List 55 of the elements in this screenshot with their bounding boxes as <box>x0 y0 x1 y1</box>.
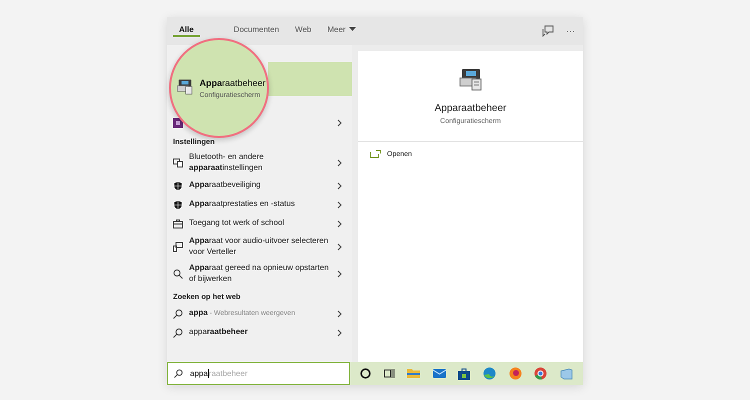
feedback-icon[interactable] <box>542 25 554 37</box>
settings-label: Apparaat voor audio-uitvoer selecteren voor Verteller <box>189 236 330 257</box>
more-button[interactable]: ··· <box>566 26 575 36</box>
browser-icon[interactable] <box>508 367 522 380</box>
web-search-label: apparaatbeheer <box>189 327 249 338</box>
open-icon <box>370 150 381 158</box>
web-search-item[interactable]: apparaatbeheer <box>167 323 352 342</box>
search-field[interactable]: apparaatbeheer <box>167 362 350 385</box>
search-icon <box>173 268 183 278</box>
mail-icon[interactable] <box>432 368 446 379</box>
tab[interactable]: Web <box>289 23 318 37</box>
shield-icon <box>173 180 183 190</box>
chevron-icon <box>337 182 342 190</box>
settings-label: Bluetooth- en andere apparaatinstellingen <box>189 152 265 173</box>
tab[interactable]: Documenten <box>228 23 286 37</box>
settings-item[interactable]: Apparaatprestaties en -status <box>167 195 352 214</box>
browser-icon[interactable] <box>483 367 496 380</box>
chevron-icon <box>337 310 342 318</box>
window-icon[interactable] <box>560 368 573 380</box>
settings-item[interactable]: Apparaat gereed na opnieuw opstarten of bijwerken <box>167 260 352 287</box>
preview-title: Apparaatbeheer <box>434 103 506 114</box>
device-manager-icon <box>176 78 194 94</box>
settings-label: Apparaatprestaties en -status <box>189 199 296 210</box>
chevron-icon <box>337 200 342 208</box>
search-text: apparaatbeheer <box>190 368 248 378</box>
search-icon <box>173 328 183 338</box>
search-icon <box>173 308 183 318</box>
settings-label: Apparaatbeveiliging <box>189 180 262 191</box>
best-match-title: Apparaatbeheer <box>199 78 266 88</box>
app-icon <box>173 118 183 128</box>
settings-item[interactable]: Toegang tot werk of school <box>167 214 352 233</box>
shield-icon <box>173 200 183 210</box>
chevron-icon <box>337 270 342 278</box>
display-icon <box>173 158 183 168</box>
briefcase-icon <box>173 218 183 228</box>
settings-item[interactable]: Apparaatbeveiliging <box>167 176 352 195</box>
circle-icon[interactable] <box>360 368 372 379</box>
settings-item[interactable]: Apparaat voor audio-uitvoer selecteren voor Verteller <box>167 233 352 260</box>
devices-icon <box>173 242 183 252</box>
chevron-icon <box>337 328 342 336</box>
device-manager-icon <box>458 67 484 91</box>
settings-item[interactable]: Bluetooth- en andere apparaatinstellingen <box>167 149 352 176</box>
folder-icon[interactable] <box>407 368 420 379</box>
chevron-icon <box>337 220 342 228</box>
chevron-icon <box>337 158 342 166</box>
shopping-bag-icon[interactable] <box>458 368 470 380</box>
search-icon <box>174 369 183 378</box>
task-view-icon[interactable] <box>384 368 395 379</box>
settings-label: Apparaat gereed na opnieuw opstarten of bijwerken <box>189 263 330 284</box>
chevron-icon <box>337 118 342 126</box>
browser-icon[interactable] <box>534 367 548 380</box>
tab[interactable]: Meer <box>321 23 362 37</box>
chevron-icon <box>337 242 342 250</box>
settings-label: Toegang tot werk of school <box>189 218 286 229</box>
tab[interactable]: Alle <box>173 23 200 37</box>
